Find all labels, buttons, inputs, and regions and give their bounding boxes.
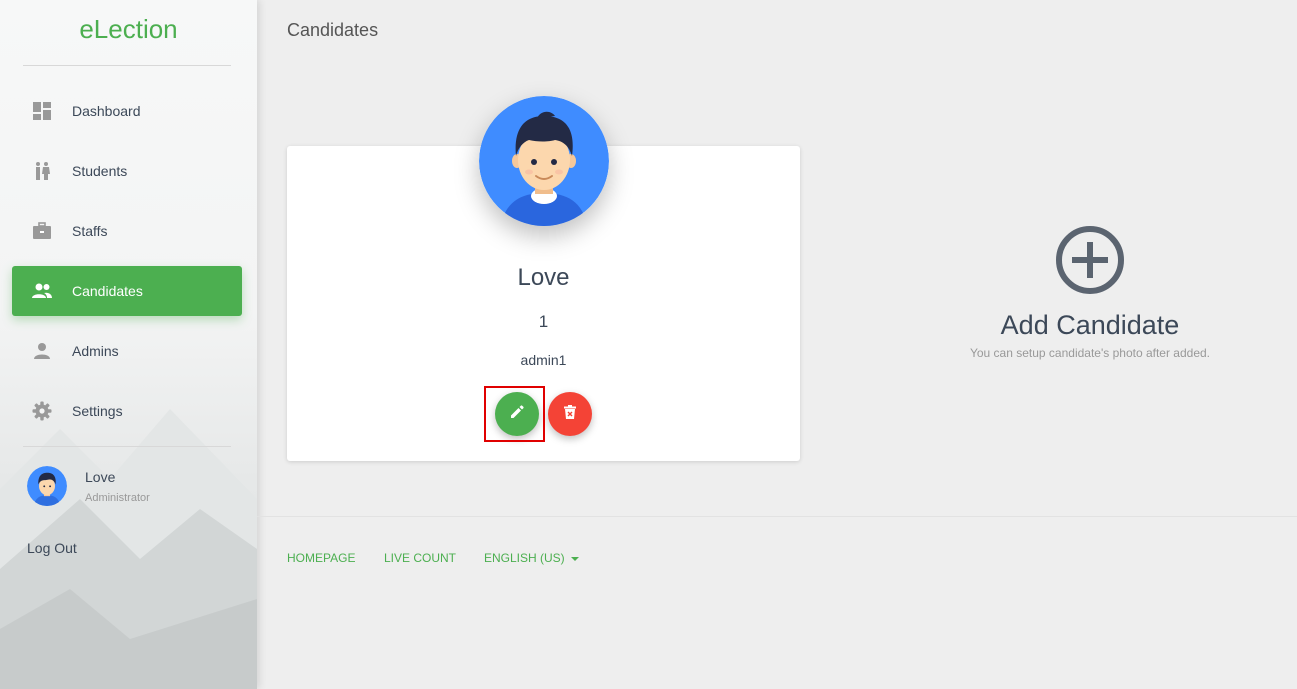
trash-icon <box>564 404 576 424</box>
people-icon <box>12 281 72 301</box>
gear-icon <box>12 401 72 421</box>
language-label: English (US) <box>484 551 565 565</box>
sidebar-user[interactable]: Love Administrator <box>27 466 150 506</box>
briefcase-icon <box>12 221 72 241</box>
page-title: Candidates <box>287 20 379 40</box>
sidebar-divider <box>23 65 231 66</box>
sidebar-item-label: Admins <box>72 343 119 359</box>
footer-divider <box>257 516 1297 517</box>
language-dropdown[interactable]: English (US) <box>484 551 579 565</box>
sidebar-item-label: Staffs <box>72 223 108 239</box>
sidebar-item-admins[interactable]: Admins <box>12 326 242 376</box>
sidebar-item-label: Students <box>72 163 128 179</box>
sidebar-item-dashboard[interactable]: Dashboard <box>12 86 242 136</box>
person-icon <box>12 341 72 361</box>
sidebar-item-students[interactable]: Students <box>12 146 242 196</box>
sidebar: eLection Dashboard Students Staffs Candi… <box>0 0 257 689</box>
footer-link-live-count[interactable]: Live Count <box>384 551 456 565</box>
sidebar-item-label: Candidates <box>72 283 143 299</box>
sidebar-item-settings[interactable]: Settings <box>12 386 242 436</box>
candidate-party: admin1 <box>520 352 567 368</box>
avatar <box>27 466 67 506</box>
sidebar-divider <box>23 446 231 447</box>
sidebar-item-label: Dashboard <box>72 103 141 119</box>
dashboard-icon <box>12 101 72 121</box>
delete-candidate-button[interactable] <box>548 392 592 436</box>
sidebar-item-staffs[interactable]: Staffs <box>12 206 242 256</box>
candidate-avatar <box>479 96 609 226</box>
pencil-icon <box>510 404 524 424</box>
edit-candidate-button[interactable] <box>495 392 539 436</box>
add-candidate-subtitle: You can setup candidate's photo after ad… <box>969 346 1211 360</box>
caret-down-icon <box>570 556 579 561</box>
footer-link-homepage[interactable]: Homepage <box>287 551 355 565</box>
brand-logo-text[interactable]: eLection <box>0 14 257 45</box>
add-circle-icon[interactable] <box>1054 224 1126 296</box>
user-role: Administrator <box>85 492 150 504</box>
candidate-name: Love <box>517 264 570 291</box>
sidebar-item-label: Settings <box>72 403 123 419</box>
students-icon <box>12 161 72 181</box>
user-name: Love <box>85 469 116 485</box>
logout-link[interactable]: Log Out <box>27 540 77 556</box>
add-candidate-title[interactable]: Add Candidate <box>930 310 1250 341</box>
sidebar-item-candidates[interactable]: Candidates <box>12 266 242 316</box>
candidate-number: 1 <box>538 312 549 331</box>
